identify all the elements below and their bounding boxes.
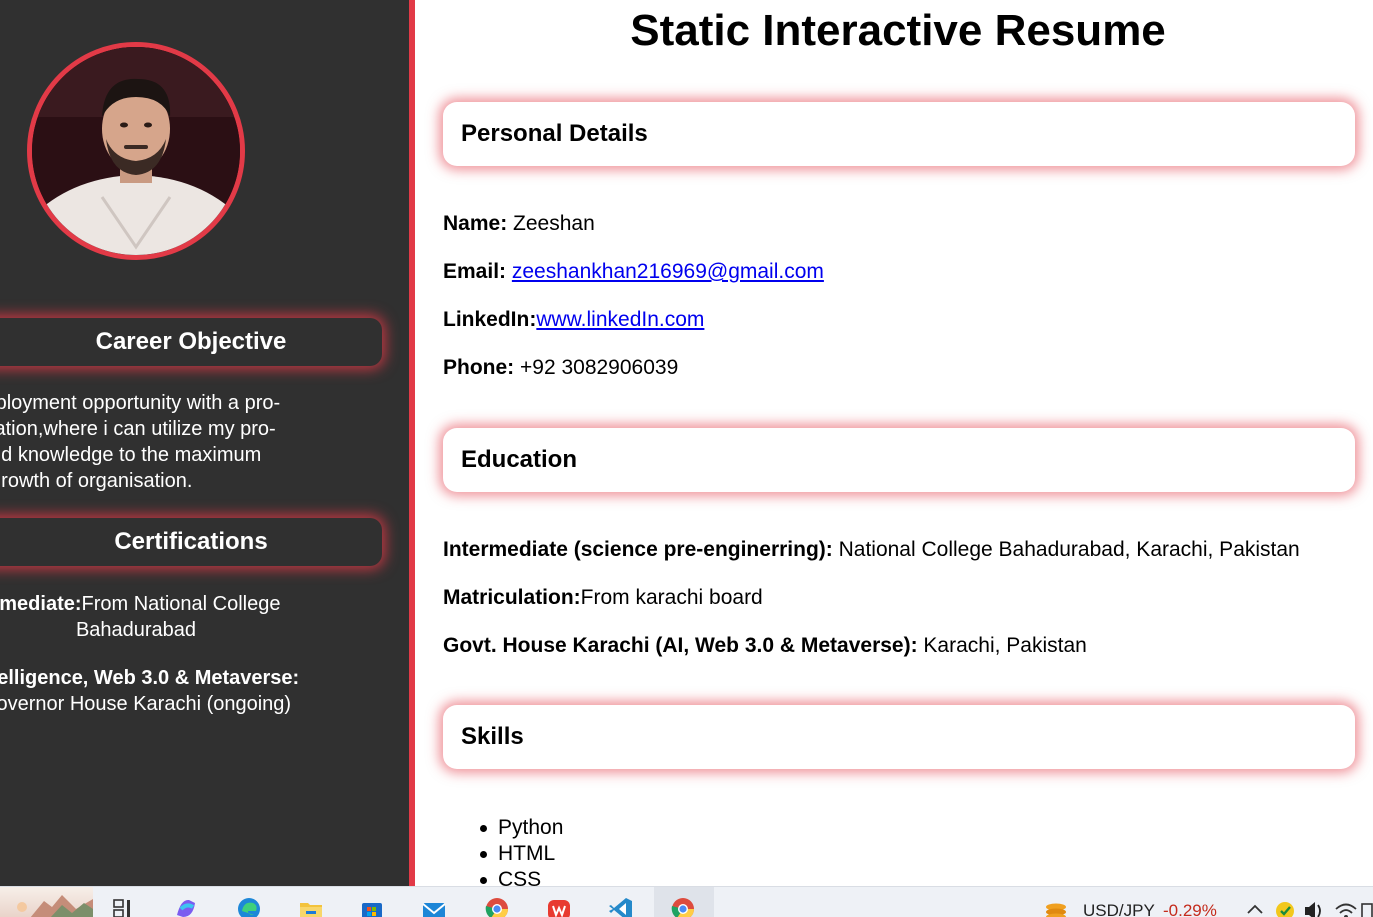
- education-value: Karachi, Pakistan: [917, 634, 1087, 657]
- email-label: Email:: [443, 260, 507, 283]
- chrome-icon[interactable]: [484, 895, 510, 917]
- task-view-icon[interactable]: [111, 895, 137, 917]
- email-row: Email: zeeshankhan216969@gmail.com: [443, 260, 824, 284]
- ticker-pair[interactable]: USD/JPY: [1083, 901, 1155, 917]
- phone-row: Phone: +92 3082906039: [443, 356, 678, 380]
- linkedin-link[interactable]: www.linkedIn.com: [536, 308, 704, 331]
- education-label: Matriculation:: [443, 586, 581, 609]
- name-value: Zeeshan: [507, 212, 595, 235]
- skill-item: HTML: [479, 841, 563, 867]
- edge-icon[interactable]: [236, 895, 262, 917]
- name-label: Name:: [443, 212, 508, 235]
- profile-photo: [32, 47, 240, 255]
- name-row: Name: Zeeshan: [443, 212, 595, 236]
- landscape-icon: [17, 895, 93, 917]
- linkedin-row: LinkedIn:www.linkedIn.com: [443, 308, 704, 332]
- wps-office-icon[interactable]: [546, 895, 572, 917]
- objective-line: rganisation,where i can utilize my pro-: [0, 418, 276, 440]
- phone-value: +92 3082906039: [514, 356, 679, 379]
- chevron-up-icon[interactable]: [1242, 895, 1268, 917]
- skills-list: Python HTML CSS: [479, 815, 564, 893]
- coins-icon[interactable]: [1042, 895, 1068, 917]
- speaker-icon[interactable]: [1301, 895, 1327, 917]
- avatar: [27, 42, 245, 260]
- education-label: Govt. House Karachi (AI, Web 3.0 & Metav…: [443, 634, 918, 657]
- career-objective-text: an employment opportunity with a pro- rg…: [0, 390, 382, 494]
- file-explorer-icon[interactable]: [298, 895, 324, 917]
- certifications-heading: Certifications: [0, 518, 382, 566]
- security-icon[interactable]: [1272, 895, 1298, 917]
- chrome-active-icon[interactable]: [670, 895, 696, 917]
- email-link[interactable]: zeeshankhan216969@gmail.com: [512, 260, 824, 283]
- education-label: Intermediate (science pre-enginerring):: [443, 538, 833, 561]
- education-value: From karachi board: [580, 586, 763, 609]
- certification-label: rmediate:: [0, 593, 82, 615]
- copilot-icon[interactable]: [173, 895, 199, 917]
- battery-icon[interactable]: [1360, 895, 1373, 917]
- education-value: National College Bahadurabad, Karachi, P…: [832, 538, 1300, 561]
- taskbar: USD/JPY -0.29%: [0, 886, 1373, 917]
- education-item: Govt. House Karachi (AI, Web 3.0 & Metav…: [443, 634, 1087, 658]
- career-objective-heading: Career Objective: [0, 318, 382, 366]
- objective-line: n the growth of organisation.: [0, 470, 193, 492]
- mail-icon[interactable]: [421, 895, 447, 917]
- wifi-icon[interactable]: [1333, 895, 1359, 917]
- objective-line: kills and knowledge to the maximum: [0, 444, 262, 466]
- skill-item: Python: [479, 816, 564, 839]
- certification-label: Intelligence, Web 3.0 & Metaverse:: [0, 667, 300, 689]
- phone-label: Phone:: [443, 356, 515, 379]
- sidebar: Career Objective an employment opportuni…: [0, 0, 415, 886]
- personal-details-heading: Personal Details: [443, 102, 1355, 166]
- ticker-change[interactable]: -0.29%: [1163, 901, 1217, 917]
- objective-line: an employment opportunity with a pro-: [0, 392, 281, 414]
- certification-item: rmediate:From National College Bahadurab…: [0, 591, 382, 643]
- weather-widget[interactable]: [0, 887, 93, 917]
- skills-heading: Skills: [443, 705, 1355, 769]
- certification-text: From National College: [81, 593, 281, 615]
- store-icon[interactable]: [359, 895, 385, 917]
- linkedin-label: LinkedIn:: [443, 308, 537, 331]
- certification-text: Governor House Karachi (ongoing): [0, 693, 292, 715]
- page-title: Static Interactive Resume: [630, 6, 1166, 55]
- education-item: Intermediate (science pre-enginerring): …: [443, 538, 1300, 562]
- vscode-icon[interactable]: [608, 895, 634, 917]
- education-item: Matriculation:From karachi board: [443, 586, 763, 610]
- certification-text-cont: Bahadurabad: [75, 619, 197, 641]
- certification-item: Intelligence, Web 3.0 & Metaverse: Gover…: [0, 665, 382, 717]
- education-heading: Education: [443, 428, 1355, 492]
